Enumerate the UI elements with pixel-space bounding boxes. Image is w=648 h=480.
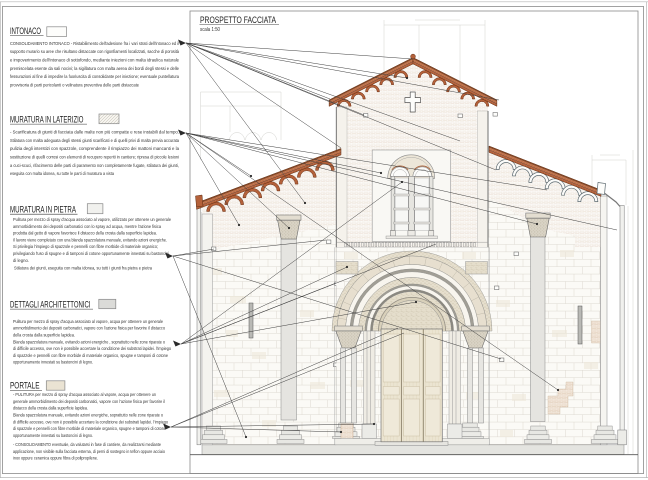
svg-text:Stilatura con malta adeguata d: Stilatura con malta adeguata degli stess… — [10, 138, 179, 143]
svg-text:provvisoria di parti pericolan: provvisoria di parti pericolanti o velin… — [10, 82, 139, 87]
svg-text:generale ammorbidimento dei de: generale ammorbidimento dei depositi car… — [13, 399, 165, 404]
svg-text:INTONACO: INTONACO — [10, 26, 41, 36]
svg-text:premiscelata esente da sali no: premiscelata esente da sali nocivi; la s… — [10, 66, 179, 71]
svg-text:opportunamente innestati su ba: opportunamente innestati su bastoncini d… — [13, 433, 93, 438]
svg-text:Blanda spazzolatura manuale, e: Blanda spazzolatura manuale, evitando az… — [13, 339, 165, 344]
svg-text:Il lavoro viene completato con: Il lavoro viene completato con una bland… — [13, 237, 167, 242]
svg-text:PORTALE: PORTALE — [10, 381, 40, 391]
svg-text:PROSPETTO FACCIATA: PROSPETTO FACCIATA — [200, 15, 277, 25]
svg-text:applicazione, non visibile sul: applicazione, non visibile sulla facciat… — [13, 449, 165, 454]
svg-text:pulizia degli interstizi con s: pulizia degli interstizi con spazzole, c… — [10, 146, 179, 151]
svg-text:Pulitura per mezzo di spray d': Pulitura per mezzo di spray d'acqua asso… — [13, 217, 171, 222]
svg-text:di difficile accesso, ove non: di difficile accesso, ove non è possibil… — [13, 419, 168, 424]
svg-text:- PULITURA per mezzo di spray: - PULITURA per mezzo di spray d'acqua as… — [13, 392, 156, 397]
svg-text:della crosta dalla superficie: della crosta dalla superficie lapidea. — [13, 333, 75, 338]
svg-text:e impoverimento dell'intonaco: e impoverimento dell'intonaco di sottofo… — [10, 58, 179, 63]
svg-text:di spazzole e pennelli con fib: di spazzole e pennelli con fibre morbide… — [13, 353, 168, 358]
svg-text:opportunamente innestati su ba: opportunamente innestati su bastoncini d… — [13, 360, 93, 365]
svg-text:- Scarificatura di giunti di f: - Scarificatura di giunti di facciata da… — [10, 130, 179, 135]
svg-text:inox oppure ceramica oppure fi: inox oppure ceramica oppure fibra di pol… — [13, 456, 98, 461]
svg-text:Si privilegia l'impiego di spa: Si privilegia l'impiego di spazzole e pe… — [13, 244, 158, 249]
svg-text:MURATURA IN PIETRA: MURATURA IN PIETRA — [10, 204, 76, 214]
svg-text:- CONSOLIDAMENTO eventuale, da: - CONSOLIDAMENTO eventuale, da valutarsi… — [13, 442, 161, 447]
svg-text:supporto murario su aree che r: supporto murario su aree che risultano d… — [10, 49, 179, 54]
svg-text:privilegiando l'uso di spugne: privilegiando l'uso di spugne e di tampo… — [13, 251, 169, 256]
svg-text:DETTAGLI ARCHITETTONICI: DETTAGLI ARCHITETTONICI — [10, 299, 91, 309]
svg-text:Pulitura per mezzo di spray d': Pulitura per mezzo di spray d'acqua asso… — [13, 319, 163, 324]
svg-text:ammorbidimento dei depositi ca: ammorbidimento dei depositi carbonatici,… — [13, 326, 165, 331]
svg-text:distacco della crosta dalla su: distacco della crosta dalla superficie l… — [13, 406, 88, 411]
svg-text:di legno.: di legno. — [13, 258, 29, 263]
svg-text:di spazzole e pennelli con fib: di spazzole e pennelli con fibre morbide… — [13, 426, 166, 431]
svg-text:sostituzione di quelli corrosi: sostituzione di quelli corrosi con eleme… — [10, 155, 179, 160]
svg-text:Stilatura dei giunti, eseguita: Stilatura dei giunti, eseguita con malta… — [14, 265, 152, 270]
svg-text:CONSOLIDAMENTO INTONACO - Rist: CONSOLIDAMENTO INTONACO - Ristabilimento… — [10, 41, 179, 46]
svg-text:prodotta dal getto di vapore f: prodotta dal getto di vapore favorisce i… — [13, 231, 157, 236]
svg-text:fessurazioni al fine di impedi: fessurazioni al fine di impedire la fuor… — [10, 74, 179, 79]
svg-text:scala 1:50: scala 1:50 — [200, 27, 220, 33]
svg-text:MURATURA IN LATERIZIO: MURATURA IN LATERIZIO — [10, 114, 84, 124]
svg-text:a cuci-scuci, rifacimento dell: a cuci-scuci, rifacimento delle parti di… — [10, 163, 179, 168]
svg-text:Blanda spazzolatura manuale, e: Blanda spazzolatura manuale, evitando az… — [13, 413, 163, 418]
svg-text:di difficile accesso, ove non: di difficile accesso, ove non è possibil… — [13, 346, 171, 351]
svg-text:eseguita con malta idonea, su: eseguita con malta idonea, su tutte le p… — [10, 171, 114, 176]
svg-text:ammorbidimento dei depositi ca: ammorbidimento dei depositi carbonatici … — [13, 224, 161, 229]
